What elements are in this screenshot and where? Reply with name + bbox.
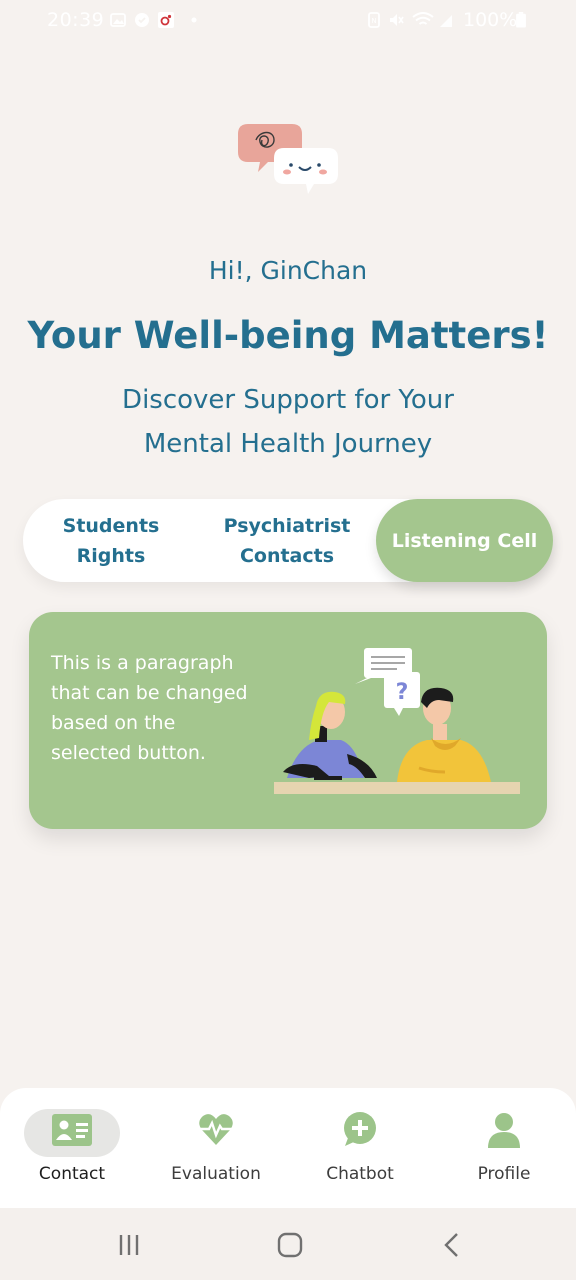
greeting-text: Hi!, GinChan [208, 256, 368, 285]
students-rights-button[interactable]: Students Rights [43, 499, 179, 582]
home-icon[interactable] [275, 1230, 305, 1260]
recent-apps-icon[interactable] [114, 1230, 144, 1260]
psychiatrist-contacts-button[interactable]: Psychiatrist Contacts [211, 499, 363, 582]
listening-cell-button[interactable]: Listening Cell [376, 499, 553, 582]
app-logo [238, 124, 338, 194]
nav-label-contact: Contact [38, 1164, 106, 1184]
mute-icon [390, 14, 404, 26]
svg-text:?: ? [396, 680, 409, 705]
nav-evaluation[interactable]: Evaluation [144, 1088, 288, 1208]
svg-text:N: N [371, 17, 376, 25]
nav-profile[interactable]: Profile [432, 1088, 576, 1208]
app-screen: 20:39 N 100% Hi!, GinChan Your Well-bein… [0, 0, 576, 1280]
nav-label-profile: Profile [477, 1164, 531, 1184]
gallery-icon [110, 13, 126, 27]
info-card: This is a paragraph that can be changed … [29, 612, 547, 829]
shield-icon [135, 13, 149, 27]
person-icon [488, 1113, 520, 1148]
subtitle: Discover Support for Your Mental Health … [122, 385, 454, 459]
system-navigation-bar [0, 1208, 576, 1280]
battery-percent: 100% [463, 9, 518, 31]
app-notification-icon [158, 12, 174, 28]
nav-contact[interactable]: Contact [0, 1088, 144, 1208]
category-segment: Students Rights Psychiatrist Contacts Li… [23, 499, 553, 582]
contact-card-icon [52, 1114, 92, 1146]
battery-icon [516, 12, 526, 28]
status-time: 20:39 [47, 9, 105, 31]
back-icon[interactable] [437, 1230, 467, 1260]
wifi-icon [412, 12, 434, 25]
nav-label-chatbot: Chatbot [326, 1164, 394, 1184]
signal-icon [440, 15, 452, 27]
conversation-illustration: ? [274, 648, 520, 794]
dot-icon [191, 17, 197, 23]
nfc-icon: N [368, 12, 380, 28]
card-paragraph: This is a paragraph that can be changed … [51, 652, 248, 764]
chat-plus-icon [344, 1112, 376, 1146]
nav-label-evaluation: Evaluation [171, 1164, 261, 1184]
bottom-navigation: Contact Evaluation Chatbot Profile [0, 1088, 576, 1208]
headline: Your Well-being Matters! [27, 314, 549, 357]
heart-pulse-icon [199, 1114, 233, 1145]
nav-chatbot[interactable]: Chatbot [288, 1088, 432, 1208]
status-bar: 20:39 N 100% [0, 0, 576, 44]
